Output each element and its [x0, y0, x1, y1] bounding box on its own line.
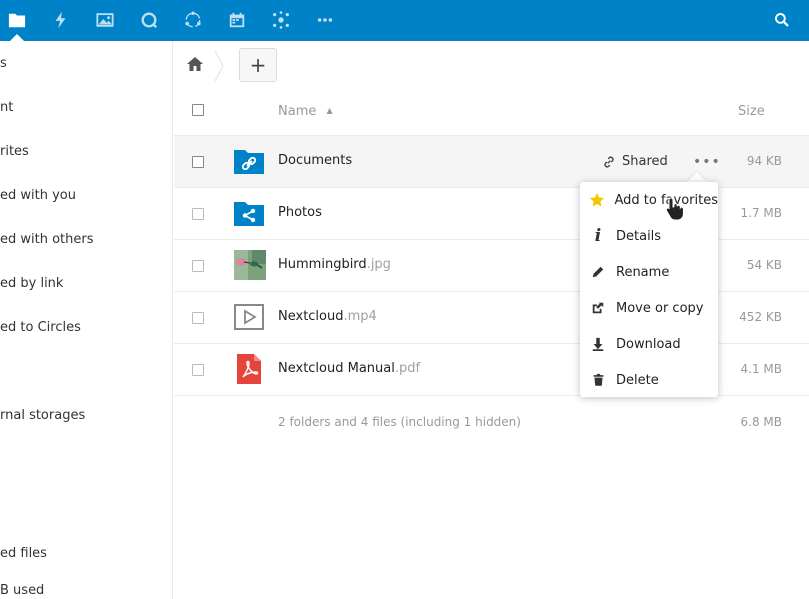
folder-icon[interactable] [5, 8, 29, 32]
menu-item-move-or-copy[interactable]: Move or copy [580, 290, 718, 326]
folder-link-icon [234, 146, 264, 176]
file-basename: Photos [278, 205, 322, 220]
file-size: 94 KB [746, 154, 782, 168]
quota-used: B used [0, 583, 45, 598]
summary-size: 6.8 MB [740, 415, 782, 429]
calendar-icon[interactable] [225, 8, 249, 32]
table-row[interactable]: Documents Shared ••• 94 KB [174, 136, 809, 188]
menu-item-label: Delete [616, 372, 659, 388]
info-icon: i [594, 226, 602, 246]
pencil-icon [580, 254, 616, 290]
image-icon[interactable] [93, 8, 117, 32]
sidebar-item-favorites[interactable]: rites [0, 140, 170, 164]
menu-item-label: Download [616, 336, 681, 352]
star-icon [580, 182, 615, 218]
file-basename: Nextcloud Manual [278, 361, 395, 376]
new-button[interactable]: + [239, 48, 277, 82]
more-actions-button[interactable]: ••• [693, 154, 721, 170]
sidebar: s nt rites ed with you ed with others ed… [0, 41, 173, 599]
shared-label: Shared [622, 154, 668, 169]
sidebar-item-recent[interactable]: nt [0, 96, 170, 120]
search-icon[interactable] [771, 9, 793, 31]
shared-button[interactable]: Shared [602, 154, 668, 169]
app-header [0, 0, 809, 41]
sidebar-item-external-storages[interactable]: rnal storages [0, 404, 170, 428]
menu-item-label: Details [616, 228, 662, 244]
column-size[interactable]: Size [738, 104, 765, 119]
talk-icon[interactable] [137, 8, 161, 32]
file-basename: Hummingbird [278, 257, 367, 272]
file-size: 54 KB [746, 258, 782, 272]
column-name-label: Name [278, 104, 317, 119]
file-basename: Documents [278, 153, 353, 168]
file-summary: 2 folders and 4 files (including 1 hidde… [174, 398, 809, 450]
menu-item-label: Move or copy [616, 300, 704, 316]
image-thumbnail [234, 250, 266, 280]
pdf-icon [234, 354, 264, 384]
file-extension: .jpg [366, 257, 391, 272]
video-icon [234, 302, 264, 332]
sidebar-item-shared-with-you[interactable]: ed with you [0, 184, 170, 208]
menu-item-details[interactable]: i Details [580, 218, 718, 254]
file-name[interactable]: Nextcloud.mp4 [278, 309, 377, 324]
breadcrumb-separator [214, 50, 224, 82]
summary-text: 2 folders and 4 files (including 1 hidde… [278, 415, 521, 429]
active-app-indicator [10, 34, 24, 41]
file-basename: Nextcloud [278, 309, 344, 324]
folder-shared-icon [234, 198, 264, 228]
sidebar-item-shared-to-circles[interactable]: ed to Circles [0, 316, 170, 340]
row-checkbox[interactable] [192, 260, 204, 272]
breadcrumb: + [174, 41, 809, 89]
file-size: 452 KB [739, 310, 782, 324]
select-all-checkbox[interactable] [192, 104, 204, 116]
lightning-icon[interactable] [49, 8, 73, 32]
row-checkbox[interactable] [192, 312, 204, 324]
network-icon[interactable] [269, 8, 293, 32]
menu-arrow [687, 172, 707, 182]
file-size: 1.7 MB [740, 206, 782, 220]
sidebar-item-deleted-files[interactable]: ed files [0, 542, 170, 566]
menu-item-add-to-favorites[interactable]: Add to favorites [580, 182, 718, 218]
file-name[interactable]: Nextcloud Manual.pdf [278, 361, 420, 376]
file-extension: .mp4 [343, 309, 377, 324]
table-header: Name ▲ Size [174, 89, 809, 136]
external-icon [580, 290, 616, 326]
menu-item-label: Rename [616, 264, 670, 280]
row-checkbox[interactable] [192, 364, 204, 376]
menu-item-download[interactable]: Download [580, 326, 718, 362]
menu-item-delete[interactable]: Delete [580, 362, 718, 398]
sidebar-item-shared-with-others[interactable]: ed with others [0, 228, 170, 252]
sidebar-item-shared-by-link[interactable]: ed by link [0, 272, 170, 296]
file-actions-menu: Add to favorites i Details Rename Move o… [580, 182, 718, 397]
column-name[interactable]: Name ▲ [278, 104, 333, 119]
more-icon[interactable] [313, 8, 337, 32]
file-size: 4.1 MB [740, 362, 782, 376]
hand-cursor-icon [665, 196, 687, 222]
file-name[interactable]: Documents [278, 153, 352, 168]
sidebar-item-all-files[interactable]: s [0, 52, 170, 76]
circles-icon[interactable] [181, 8, 205, 32]
download-icon [580, 326, 616, 362]
trash-icon [580, 362, 616, 398]
row-checkbox[interactable] [192, 208, 204, 220]
row-checkbox[interactable] [192, 156, 204, 168]
link-icon [604, 156, 614, 167]
sort-ascending-icon: ▲ [326, 106, 333, 115]
menu-item-rename[interactable]: Rename [580, 254, 718, 290]
file-extension: .pdf [394, 361, 421, 376]
home-icon[interactable] [186, 55, 204, 73]
file-name[interactable]: Photos [278, 205, 322, 220]
file-name[interactable]: Hummingbird.jpg [278, 257, 391, 272]
